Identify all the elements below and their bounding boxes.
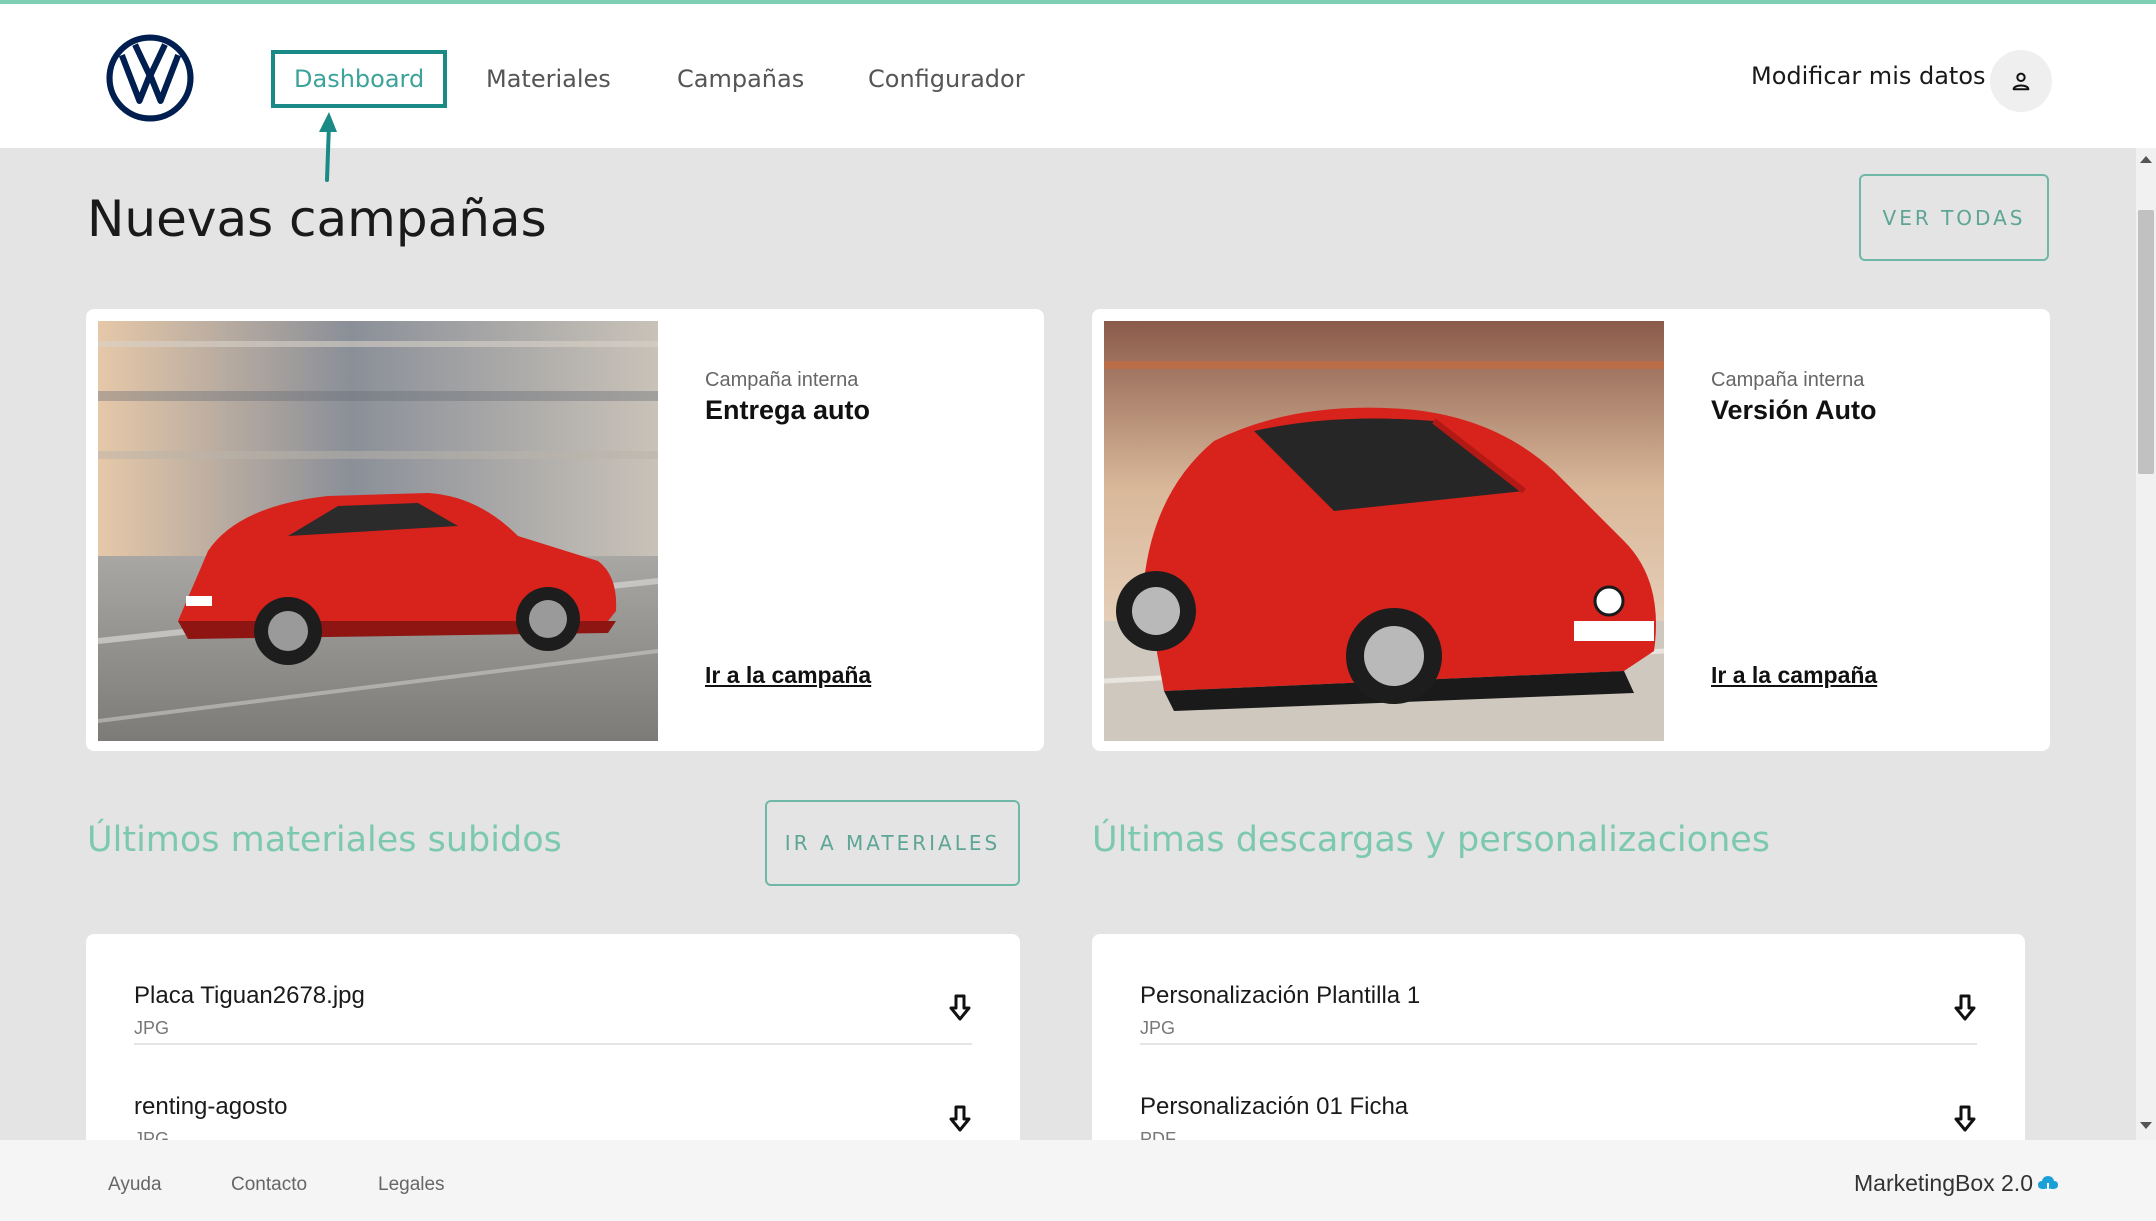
user-avatar-button[interactable] <box>1990 50 2052 112</box>
download-icon[interactable] <box>1953 1105 1977 1133</box>
campaign-card: Campaña interna Versión Auto Ir a la cam… <box>1092 309 2050 751</box>
campaign-card: Campaña interna Entrega auto Ir a la cam… <box>86 309 1044 751</box>
go-to-campaign-link[interactable]: Ir a la campaña <box>1711 662 1877 689</box>
scroll-thumb[interactable] <box>2138 210 2154 474</box>
go-to-materials-button[interactable]: IR A MATERIALES <box>765 800 1020 886</box>
materials-list: Placa Tiguan2678.jpg JPG renting-agosto … <box>86 934 1020 1140</box>
annotation-arrow-icon <box>319 112 337 182</box>
file-type: JPG <box>134 1018 170 1038</box>
list-item[interactable]: Personalización 01 Ficha PDF <box>1140 1045 1977 1140</box>
nav-campanas[interactable]: Campañas <box>677 50 804 108</box>
list-item[interactable]: renting-agosto JPG <box>134 1045 972 1140</box>
page-title: Nuevas campañas <box>87 190 547 248</box>
latest-downloads-title: Últimas descargas y personalizaciones <box>1092 820 1771 860</box>
campaign-type: Campaña interna <box>1711 369 1865 391</box>
red-car-image <box>98 321 658 741</box>
file-name: Personalización 01 Ficha <box>1140 1093 1409 1120</box>
brand-name: MarketingBox 2.0 <box>1854 1170 2033 1196</box>
nav-dashboard[interactable]: Dashboard <box>271 50 448 108</box>
vw-logo[interactable] <box>106 34 194 122</box>
downloads-list: Personalización Plantilla 1 JPG Personal… <box>1092 934 2025 1140</box>
download-icon[interactable] <box>1953 994 1977 1022</box>
nav-configurador[interactable]: Configurador <box>868 50 1025 108</box>
vertical-scrollbar[interactable] <box>2136 148 2156 1140</box>
file-name: Personalización Plantilla 1 <box>1140 982 1421 1009</box>
scroll-up-icon[interactable] <box>2140 156 2152 163</box>
cloud-icon <box>2037 1175 2058 1193</box>
campaign-image[interactable] <box>1104 321 1664 741</box>
campaign-name: Entrega auto <box>705 395 871 425</box>
file-type: JPG <box>134 1129 170 1140</box>
scroll-down-icon[interactable] <box>2140 1122 2152 1129</box>
see-all-button[interactable]: VER TODAS <box>1859 174 2049 261</box>
campaign-image[interactable] <box>98 321 658 741</box>
file-type: PDF <box>1140 1129 1176 1140</box>
download-icon[interactable] <box>948 1105 972 1133</box>
user-icon <box>2012 72 2030 91</box>
campaign-name: Versión Auto <box>1711 395 1877 425</box>
modify-data-link[interactable]: Modificar mis datos <box>1751 62 1986 90</box>
download-icon[interactable] <box>948 994 972 1022</box>
footer-link-contacto[interactable]: Contacto <box>231 1174 307 1196</box>
list-item[interactable]: Personalización Plantilla 1 JPG <box>1140 934 1977 1045</box>
go-to-campaign-link[interactable]: Ir a la campaña <box>705 662 871 689</box>
main-content: Nuevas campañas VER TODAS Campaña intern… <box>0 148 2136 1140</box>
footer-link-ayuda[interactable]: Ayuda <box>108 1174 162 1196</box>
latest-materials-title: Últimos materiales subidos <box>87 820 562 860</box>
file-type: JPG <box>1140 1018 1176 1038</box>
file-name: Placa Tiguan2678.jpg <box>134 982 365 1009</box>
brand: MarketingBox 2.0 <box>1854 1170 2059 1197</box>
footer: Ayuda Contacto Legales MarketingBox 2.0 <box>0 1140 2156 1221</box>
file-name: renting-agosto <box>134 1093 288 1120</box>
footer-link-legales[interactable]: Legales <box>378 1174 445 1196</box>
list-item[interactable]: Placa Tiguan2678.jpg JPG <box>134 934 972 1045</box>
nav-materiales[interactable]: Materiales <box>486 50 611 108</box>
red-car-image <box>1104 321 1664 741</box>
campaign-type: Campaña interna <box>705 369 859 391</box>
